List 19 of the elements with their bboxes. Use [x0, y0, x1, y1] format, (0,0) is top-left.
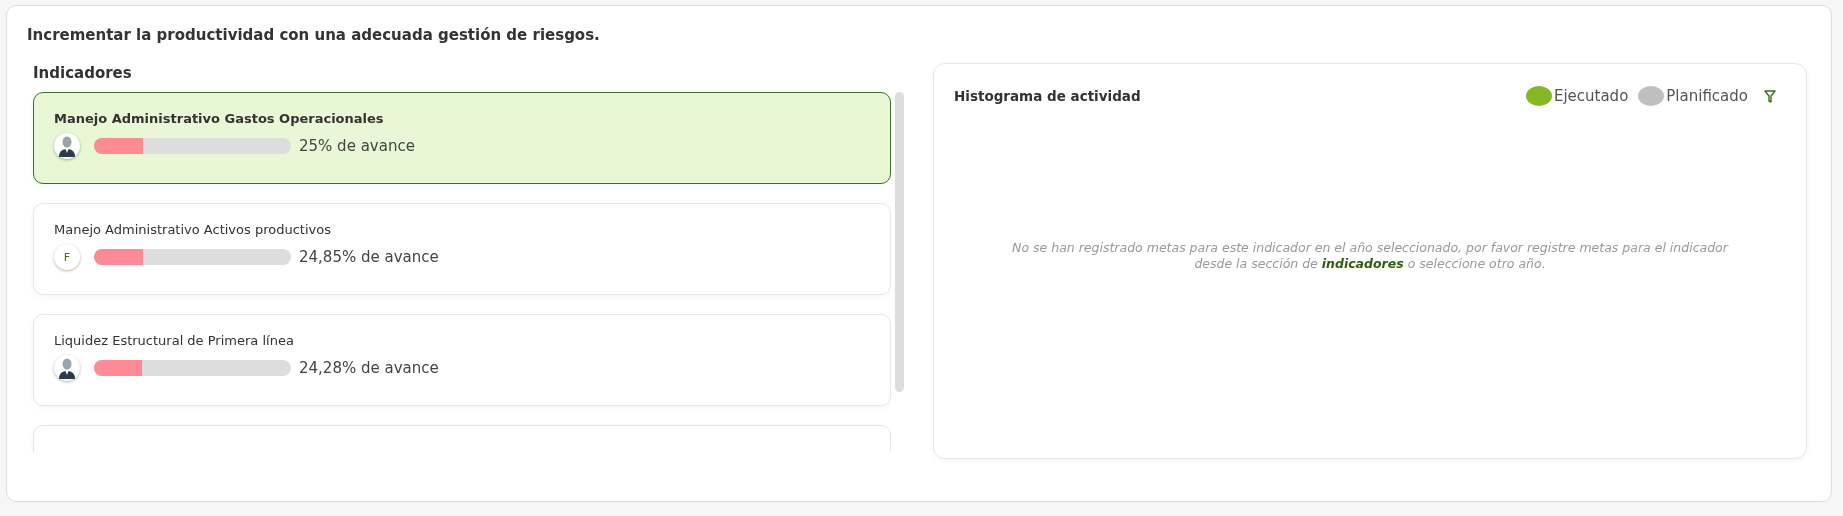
indicator-name: Manejo Administrativo Gastos Operacionales [54, 111, 385, 126]
empty-message: No se han registrado metas para este indicador en el año seleccionado, por favor registre metas para el indicador desde la sección de indicadores o seleccione otro año. [1011, 239, 1730, 273]
indicator-card[interactable]: Manejo Administrativo Activos productivos F 24,85% de avance [33, 203, 891, 295]
indicator-card[interactable]: Liquidez Estructural de Primera línea 24,28% de avance [33, 314, 891, 406]
progress-label: 24,85% de avance [299, 248, 439, 266]
page-title: Incrementar la productividad con una adecuada gestión de riesgos. [27, 26, 601, 44]
section-heading: Indicadores [33, 64, 133, 82]
filter-icon[interactable] [1764, 89, 1776, 103]
progress-label: 24,28% de avance [299, 359, 439, 377]
legend-label: Planificado [1666, 87, 1748, 105]
indicator-name: Liquidez Estructural de Primera línea [54, 333, 295, 348]
panel-title: Histograma de actividad [954, 88, 1142, 104]
indicators-link[interactable]: indicadores [1321, 256, 1404, 271]
scrollbar[interactable] [895, 92, 904, 392]
avatar: F [54, 244, 80, 270]
legend-label: Ejecutado [1553, 87, 1629, 105]
indicator-card[interactable]: Manejo Administrativo Gastos Operacionales 25% de avance [33, 92, 891, 184]
indicator-name: Manejo Administrativo Activos productivos [54, 222, 332, 237]
progress-label: 25% de avance [299, 137, 415, 155]
